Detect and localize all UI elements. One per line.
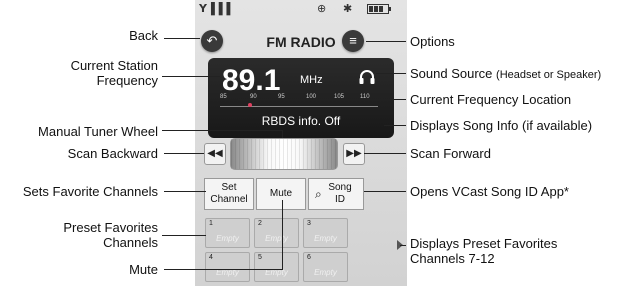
page-title: FM RADIO (266, 34, 336, 50)
headset-icon[interactable] (358, 68, 376, 86)
battery-icon (367, 4, 391, 14)
callout-scan-forward: Scan Forward (410, 146, 491, 161)
set-channel-label: Set Channel (210, 182, 248, 205)
mute-label: Mute (269, 188, 293, 199)
mute-button[interactable]: Mute (256, 178, 306, 210)
callout-sound-source-note: (Headset or Speaker) (496, 69, 602, 81)
station-display: 89.1 MHz 85 90 95 100 105 110 RBDS info.… (208, 58, 394, 138)
callout-back: Back (129, 28, 158, 43)
preset-label: Empty (314, 268, 337, 277)
options-menu-icon: ≡ (349, 33, 357, 48)
preset-button[interactable]: 3 Empty (303, 218, 348, 248)
preset-label: Empty (314, 234, 337, 243)
frequency-unit: MHz (300, 74, 323, 86)
callout-sets-favorite-channels: Sets Favorite Channels (22, 184, 158, 199)
preset-button[interactable]: 6 Empty (303, 252, 348, 282)
preset-button[interactable]: 5 Empty (254, 252, 299, 282)
preset-number: 2 (258, 220, 262, 227)
scan-backward-button[interactable]: ◀◀ (204, 143, 226, 165)
scan-forward-button[interactable]: ▶▶ (343, 143, 365, 165)
set-channel-button[interactable]: Set Channel (204, 178, 254, 210)
preset-label: Empty (216, 234, 239, 243)
manual-tuner-wheel[interactable] (230, 138, 338, 170)
preset-number: 3 (307, 220, 311, 227)
signal-icon: 𝗬▐▐▐ (199, 3, 231, 15)
fast-forward-icon: ▶▶ (346, 148, 362, 159)
song-id-button[interactable]: ⌕ Song ID (308, 178, 364, 210)
callout-sound-source: Sound Source (Headset or Speaker) (410, 66, 601, 83)
location-icon: ⊕ (317, 3, 327, 15)
preset-number: 1 (209, 220, 213, 227)
back-arrow-icon: ↶ (206, 33, 218, 48)
scale-tick: 85 (220, 94, 227, 100)
callout-current-station-frequency: Current Station Frequency (70, 58, 158, 88)
preset-number: 4 (209, 254, 213, 261)
status-bar: 𝗬▐▐▐ ⊕ ✱ (195, 0, 407, 18)
callout-mute: Mute (129, 262, 158, 277)
frequency-scale: 85 90 95 100 105 110 (220, 94, 378, 112)
callout-manual-tuner-wheel: Manual Tuner Wheel (38, 124, 158, 139)
preset-number: 6 (307, 254, 311, 261)
callout-options: Options (410, 34, 455, 49)
bluetooth-icon: ✱ (343, 3, 353, 15)
preset-label: Empty (265, 234, 288, 243)
preset-button[interactable]: 1 Empty (205, 218, 250, 248)
preset-number: 5 (258, 254, 262, 261)
callout-opens-vcast: Opens VCast Song ID App* (410, 184, 569, 199)
search-icon: ⌕ (315, 187, 322, 201)
frequency-location-marker (248, 103, 252, 107)
rewind-icon: ◀◀ (207, 148, 223, 159)
rbds-status: RBDS info. Off (261, 114, 341, 128)
scale-line (220, 106, 378, 107)
callout-preset-favorites-channels: Preset Favorites Channels (63, 220, 158, 250)
back-button[interactable]: ↶ (201, 30, 223, 52)
preset-button[interactable]: 4 Empty (205, 252, 250, 282)
callout-current-frequency-location: Current Frequency Location (410, 92, 572, 107)
callout-displays-song-info: Displays Song Info (if available) (410, 118, 593, 133)
options-button[interactable]: ≡ (342, 30, 364, 52)
callout-sound-source-text: Sound Source (410, 66, 493, 81)
callout-scan-backward: Scan Backward (67, 146, 158, 161)
current-frequency: 89.1 (222, 64, 281, 97)
callout-displays-preset-favorites: Displays Preset Favorites Channels 7-12 (410, 236, 558, 266)
preset-button[interactable]: 2 Empty (254, 218, 299, 248)
